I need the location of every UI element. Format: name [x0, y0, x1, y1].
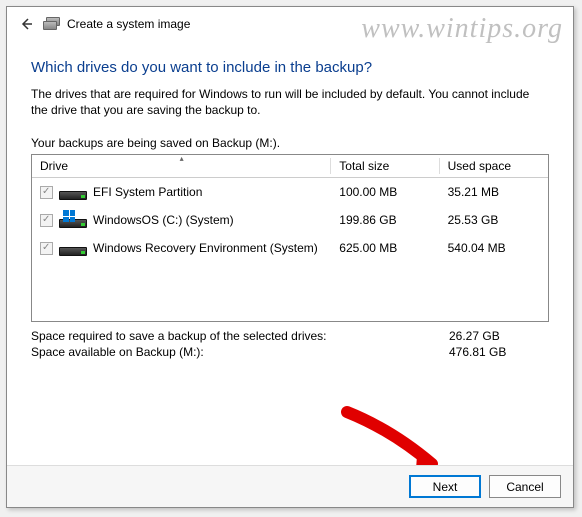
space-available-label: Space available on Backup (M:):: [31, 345, 204, 359]
space-summary: Space required to save a backup of the s…: [31, 328, 549, 360]
back-button[interactable]: [15, 13, 37, 35]
next-button[interactable]: Next: [409, 475, 481, 498]
column-header-used[interactable]: Used space: [440, 155, 548, 178]
column-header-total[interactable]: Total size: [331, 155, 439, 178]
column-used-label: Used space: [448, 159, 511, 173]
sort-indicator-icon: ▴: [180, 154, 184, 163]
drive-checkbox[interactable]: [40, 242, 53, 255]
space-required-label: Space required to save a backup of the s…: [31, 329, 327, 343]
system-image-icon: [43, 15, 61, 33]
space-available-value: 476.81 GB: [449, 345, 549, 359]
drives-table: Drive ▴ Total size Used space EFI System…: [32, 155, 548, 262]
column-drive-label: Drive: [40, 159, 68, 173]
drive-name: Windows Recovery Environment (System): [93, 241, 318, 255]
windows-logo-icon: [63, 210, 75, 222]
drives-table-container: Drive ▴ Total size Used space EFI System…: [31, 154, 549, 322]
drive-checkbox[interactable]: [40, 186, 53, 199]
dialog-footer: Next Cancel: [7, 465, 573, 507]
page-heading: Which drives do you want to include in t…: [31, 59, 549, 76]
dialog-window: Create a system image www.wintips.org Wh…: [6, 6, 574, 508]
column-total-label: Total size: [339, 159, 389, 173]
table-row[interactable]: EFI System Partition 100.00 MB35.21 MB: [32, 178, 548, 207]
drive-checkbox[interactable]: [40, 214, 53, 227]
drive-used-space: 25.53 GB: [440, 206, 548, 234]
drive-icon: [59, 212, 87, 228]
description-text: The drives that are required for Windows…: [31, 86, 549, 118]
table-row[interactable]: WindowsOS (C:) (System) 199.86 GB25.53 GB: [32, 206, 548, 234]
drive-icon: [59, 184, 87, 200]
drive-used-space: 540.04 MB: [440, 234, 548, 262]
titlebar: Create a system image: [7, 7, 573, 41]
space-required-value: 26.27 GB: [449, 329, 549, 343]
drive-total-size: 100.00 MB: [331, 178, 439, 207]
drive-icon: [59, 240, 87, 256]
back-arrow-icon: [19, 17, 33, 31]
drive-used-space: 35.21 MB: [440, 178, 548, 207]
save-location-text: Your backups are being saved on Backup (…: [31, 136, 549, 150]
table-row[interactable]: Windows Recovery Environment (System) 625…: [32, 234, 548, 262]
drive-total-size: 199.86 GB: [331, 206, 439, 234]
window-title: Create a system image: [67, 17, 190, 31]
drive-name: EFI System Partition: [93, 185, 202, 199]
content-area: Which drives do you want to include in t…: [7, 41, 573, 360]
column-header-drive[interactable]: Drive ▴: [32, 155, 331, 178]
drive-name: WindowsOS (C:) (System): [93, 213, 234, 227]
cancel-button[interactable]: Cancel: [489, 475, 561, 498]
drive-total-size: 625.00 MB: [331, 234, 439, 262]
